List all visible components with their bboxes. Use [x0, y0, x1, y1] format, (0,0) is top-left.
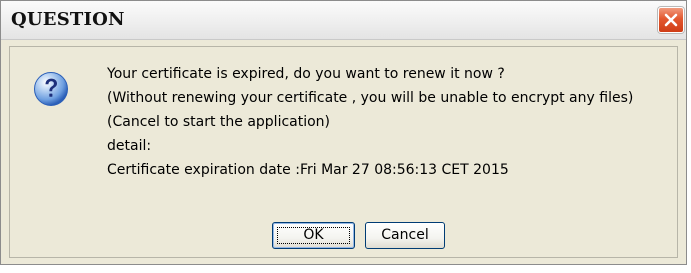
- question-icon: [34, 72, 68, 106]
- question-dialog: QUESTION Your certificate is expired, do: [0, 0, 687, 265]
- message-line: Certificate expiration date :Fri Mar 27 …: [107, 162, 509, 178]
- message-line: (Cancel to start the application): [107, 114, 331, 130]
- dialog-content: Your certificate is expired, do you want…: [9, 46, 678, 258]
- cancel-button-label: Cancel: [381, 227, 429, 243]
- message-line: Your certificate is expired, do you want…: [107, 66, 505, 82]
- message-line: detail:: [107, 138, 152, 154]
- ok-button-label: OK: [303, 227, 324, 243]
- ok-button[interactable]: OK: [272, 222, 355, 249]
- cancel-button[interactable]: Cancel: [365, 222, 445, 249]
- title-bar[interactable]: QUESTION: [1, 1, 686, 40]
- dialog-title: QUESTION: [11, 9, 125, 30]
- message-text: Your certificate is expired, do you want…: [107, 62, 633, 182]
- message-line: (Without renewing your certificate , you…: [107, 90, 634, 106]
- close-button[interactable]: [658, 7, 684, 33]
- close-icon: [664, 13, 678, 27]
